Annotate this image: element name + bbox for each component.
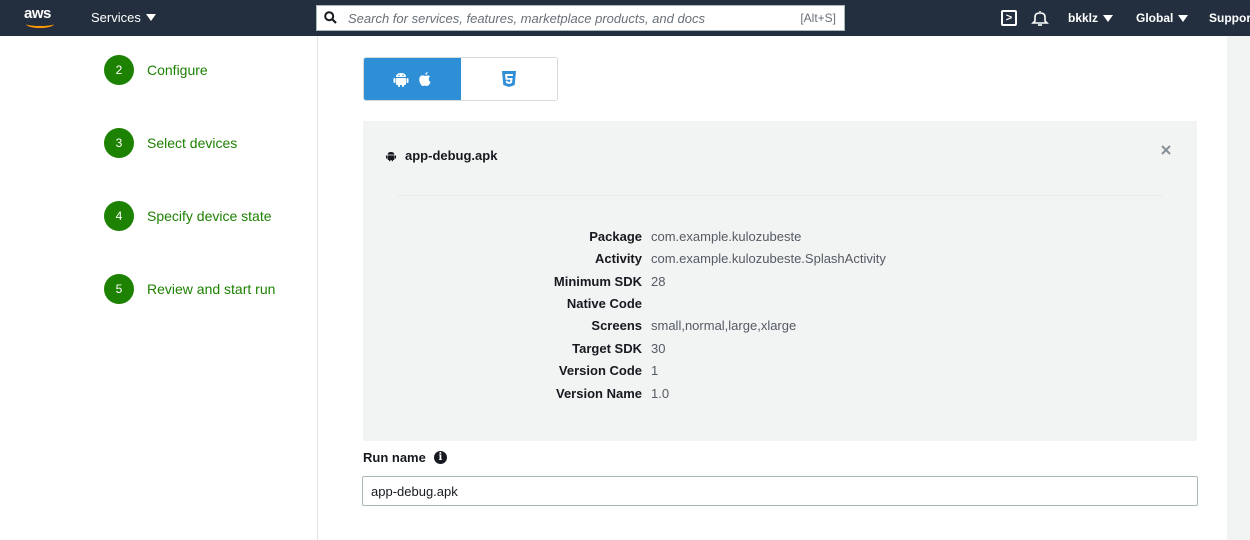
search-shortcut: [Alt+S]	[800, 11, 836, 25]
search-icon	[324, 11, 337, 24]
html5-toggle-button[interactable]	[461, 58, 557, 100]
info-icon[interactable]: i	[433, 451, 447, 464]
detail-value: 30	[651, 341, 666, 356]
caret-down-icon	[145, 14, 156, 21]
html5-icon	[502, 71, 516, 87]
close-icon[interactable]	[1159, 143, 1173, 157]
android-icon	[393, 73, 408, 87]
detail-row-target-sdk: Target SDK 30	[0, 341, 1250, 363]
app-file-title: app-debug.apk	[385, 148, 497, 163]
detail-key: Package	[589, 229, 642, 244]
caret-down-icon	[1178, 14, 1189, 22]
detail-key: Activity	[595, 251, 642, 266]
android-icon	[386, 151, 396, 161]
step-label: Specify device state	[147, 208, 272, 224]
card-divider	[397, 195, 1163, 196]
step-configure[interactable]: 2 Configure	[104, 55, 208, 85]
detail-key: Minimum SDK	[553, 274, 642, 289]
detail-value: com.example.kulozubeste	[651, 229, 802, 244]
detail-key: Version Code	[558, 363, 642, 378]
detail-row-activity: Activity com.example.kulozubeste.SplashA…	[0, 251, 1250, 273]
app-file-name: app-debug.apk	[405, 148, 498, 163]
apple-icon	[418, 72, 430, 86]
detail-row-screens: Screens small,normal,large,xlarge	[0, 318, 1250, 340]
run-name-input[interactable]	[362, 476, 1198, 506]
step-label: Select devices	[147, 135, 238, 151]
account-label: bkklz	[1068, 11, 1099, 25]
step-number: 3	[104, 128, 134, 158]
platform-toggle	[363, 57, 558, 101]
cloudshell-icon[interactable]: >	[1001, 10, 1017, 26]
detail-row-native-code: Native Code	[0, 296, 1250, 318]
run-name-label-text: Run name	[363, 450, 426, 465]
detail-value: 1.0	[651, 386, 670, 401]
detail-row-version-code: Version Code 1	[0, 363, 1250, 385]
support-menu-button[interactable]: Support	[1209, 11, 1250, 25]
detail-key: Screens	[591, 318, 642, 333]
detail-value: com.example.kulozubeste.SplashActivity	[651, 251, 886, 266]
search-bar[interactable]: Search for services, features, marketpla…	[316, 5, 845, 31]
detail-value: 28	[651, 274, 666, 289]
caret-down-icon	[1103, 14, 1114, 22]
region-label: Global	[1136, 11, 1174, 25]
services-label: Services	[91, 10, 141, 25]
detail-row-version-name: Version Name 1.0	[0, 386, 1250, 408]
region-menu-button[interactable]: Global	[1136, 11, 1189, 25]
detail-key: Version Name	[556, 386, 642, 401]
account-menu-button[interactable]: bkklz	[1068, 11, 1114, 25]
step-number: 4	[104, 201, 134, 231]
step-select-devices[interactable]: 3 Select devices	[104, 128, 237, 158]
step-label: Configure	[147, 62, 208, 78]
step-number: 2	[104, 55, 134, 85]
step-specify-device-state[interactable]: 4 Specify device state	[104, 201, 272, 231]
bell-icon[interactable]	[1031, 9, 1049, 27]
search-placeholder: Search for services, features, marketpla…	[348, 11, 705, 26]
detail-row-minimum-sdk: Minimum SDK 28	[0, 274, 1250, 296]
top-navigation-bar: aws Services Search for services, featur…	[0, 0, 1250, 36]
detail-key: Target SDK	[572, 341, 642, 356]
android-ios-toggle-button[interactable]	[364, 58, 461, 100]
services-menu-button[interactable]: Services	[91, 10, 156, 25]
detail-row-package: Package com.example.kulozubeste	[0, 229, 1250, 251]
aws-smile-icon	[26, 20, 54, 28]
run-name-label: Run name i	[363, 450, 447, 465]
detail-value: small,normal,large,xlarge	[651, 318, 797, 333]
aws-logo[interactable]: aws	[24, 6, 58, 30]
detail-key: Native Code	[566, 296, 642, 311]
detail-value: 1	[651, 363, 659, 378]
